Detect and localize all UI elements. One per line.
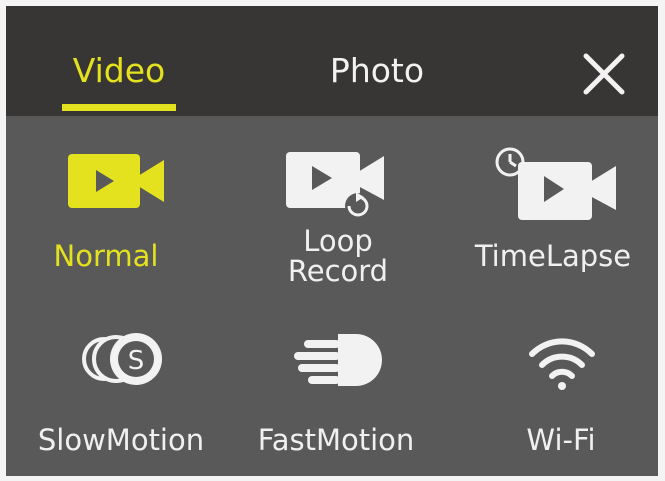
mode-menu-screen: Video Photo Normal Loop Record TimeLapse…: [6, 6, 658, 476]
mode-wifi[interactable]: Wi-Fi: [476, 328, 646, 458]
active-tab-underline: [62, 104, 176, 111]
svg-text:S: S: [128, 346, 145, 376]
mode-fastmotion-label: FastMotion: [257, 423, 415, 457]
mode-timelapse[interactable]: TimeLapse: [458, 146, 648, 286]
timelapse-icon: [495, 147, 616, 220]
loop-record-icon: [286, 152, 384, 219]
mode-wifi-label: Wi-Fi: [526, 423, 596, 457]
mode-loop-label-line2: Record: [287, 254, 389, 288]
mode-timelapse-label: TimeLapse: [474, 239, 632, 273]
mode-normal-label: Normal: [53, 239, 159, 273]
tab-photo[interactable]: Photo: [306, 46, 448, 96]
tab-video[interactable]: Video: [56, 46, 182, 96]
tab-bar: Video Photo: [6, 6, 658, 116]
mode-slowmotion-label: SlowMotion: [37, 423, 205, 457]
mode-fastmotion[interactable]: FastMotion: [236, 328, 436, 458]
close-icon: [583, 53, 625, 95]
mode-slowmotion[interactable]: S SlowMotion: [16, 328, 226, 458]
fast-motion-icon: [294, 334, 382, 386]
video-camera-icon: [68, 154, 164, 208]
wifi-icon: [529, 338, 595, 390]
mode-loop-label-line1: Loop: [303, 224, 373, 258]
slow-motion-icon: S: [82, 333, 162, 385]
close-button[interactable]: [576, 46, 632, 102]
mode-normal[interactable]: Normal: [26, 146, 186, 286]
mode-loop-record[interactable]: Loop Record: [258, 146, 418, 296]
